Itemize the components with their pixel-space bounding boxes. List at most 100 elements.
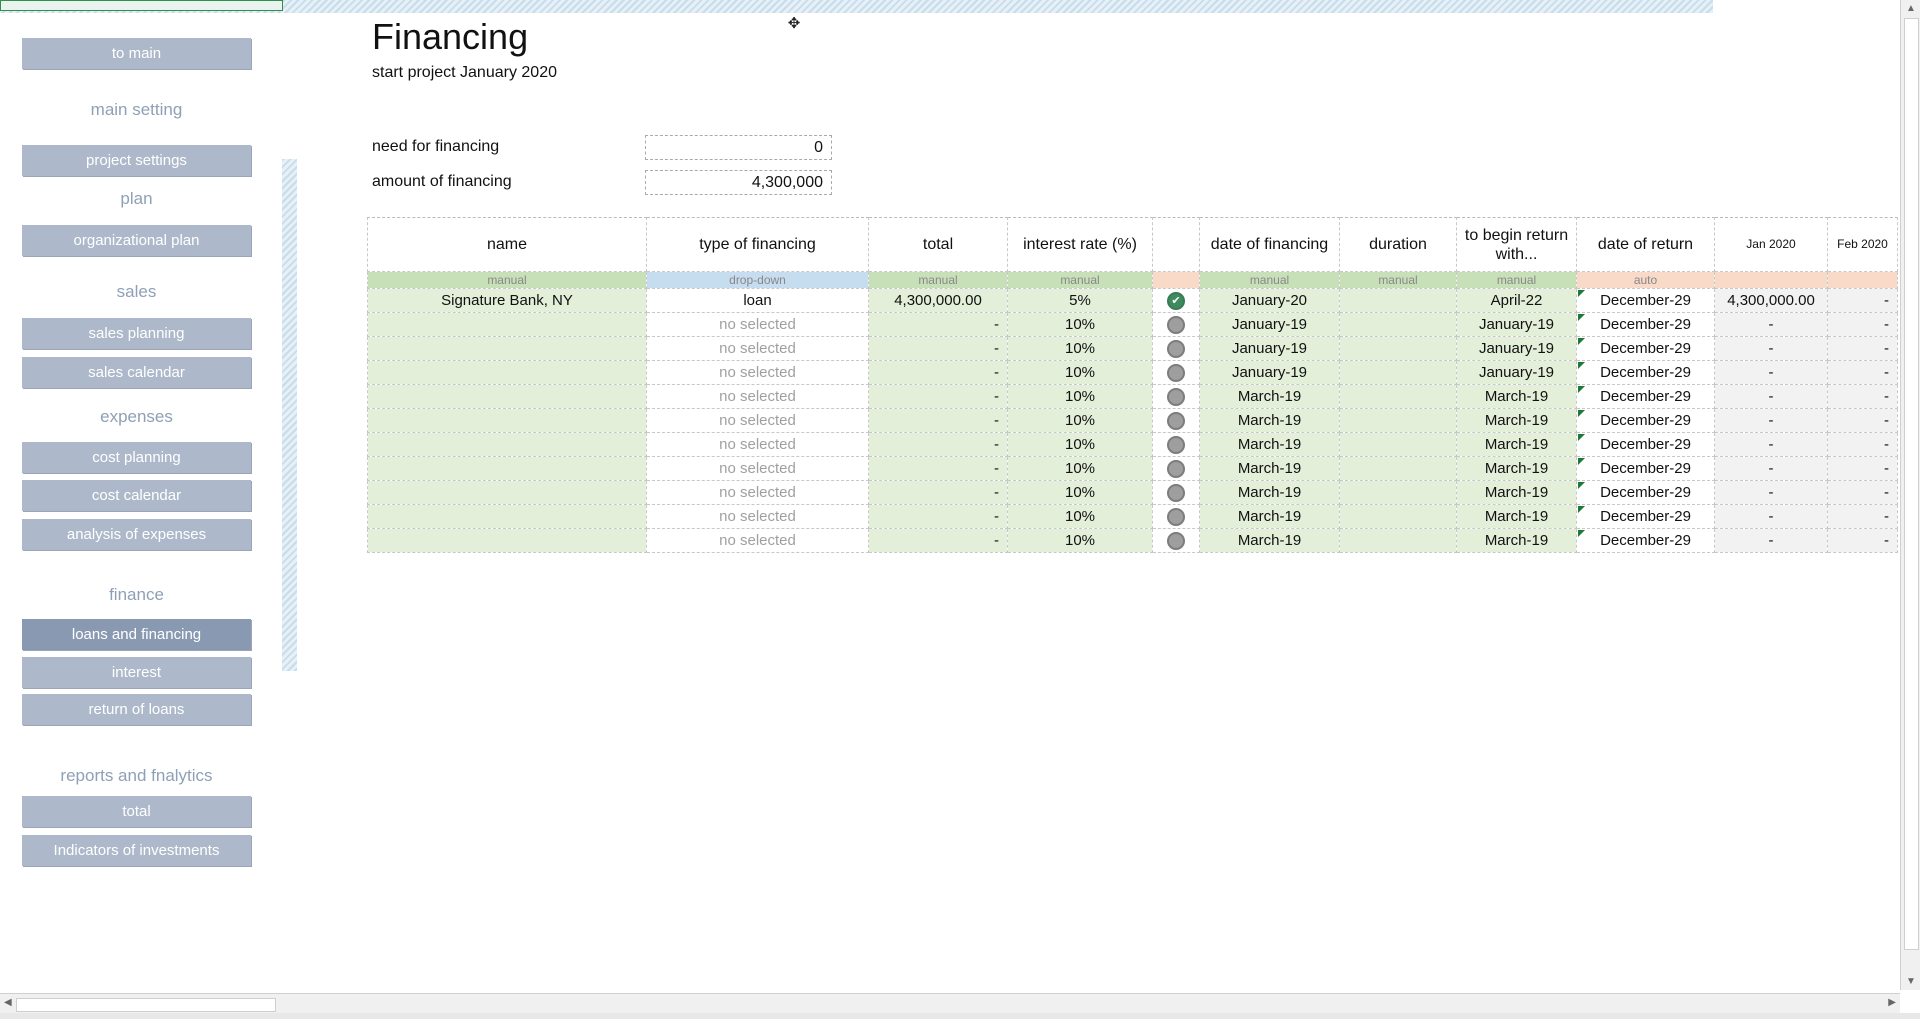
rate-cell[interactable]: 5% [1007, 288, 1153, 313]
date-financing-cell[interactable]: March-19 [1199, 456, 1340, 481]
jan2020-cell[interactable]: - [1714, 408, 1828, 433]
duration-cell[interactable] [1339, 384, 1457, 409]
begin-return-cell[interactable]: March-19 [1456, 408, 1577, 433]
status-cell[interactable] [1152, 384, 1200, 409]
name-cell[interactable]: Signature Bank, NY [367, 288, 647, 313]
jan2020-cell[interactable]: - [1714, 384, 1828, 409]
duration-cell[interactable] [1339, 360, 1457, 385]
date-return-cell[interactable]: December-29 [1576, 504, 1715, 529]
name-cell[interactable] [367, 504, 647, 529]
total-button[interactable]: total [22, 796, 251, 827]
rate-cell[interactable]: 10% [1007, 480, 1153, 505]
feb2020-cell[interactable]: - [1827, 288, 1898, 313]
date-return-cell[interactable]: December-29 [1576, 360, 1715, 385]
total-cell[interactable]: - [868, 480, 1008, 505]
status-cell[interactable] [1152, 528, 1200, 553]
status-cell[interactable] [1152, 432, 1200, 457]
begin-return-cell[interactable]: March-19 [1456, 432, 1577, 457]
total-cell[interactable]: - [868, 312, 1008, 337]
rate-cell[interactable]: 10% [1007, 432, 1153, 457]
name-cell[interactable] [367, 408, 647, 433]
feb2020-cell[interactable]: - [1827, 312, 1898, 337]
name-cell[interactable] [367, 456, 647, 481]
jan2020-cell[interactable]: - [1714, 360, 1828, 385]
amount-of-financing-value[interactable]: 4,300,000 [645, 170, 832, 195]
duration-cell[interactable] [1339, 528, 1457, 553]
date-financing-cell[interactable]: March-19 [1199, 408, 1340, 433]
type-dropdown-cell[interactable]: no selected [646, 336, 869, 361]
name-cell[interactable] [367, 312, 647, 337]
begin-return-cell[interactable]: April-22 [1456, 288, 1577, 313]
scroll-down-icon[interactable]: ▼ [1906, 976, 1916, 987]
jan2020-cell[interactable]: - [1714, 528, 1828, 553]
feb2020-cell[interactable]: - [1827, 384, 1898, 409]
organizational-plan-button[interactable]: organizational plan [22, 225, 251, 256]
jan2020-cell[interactable]: - [1714, 480, 1828, 505]
type-dropdown-cell[interactable]: no selected [646, 312, 869, 337]
begin-return-cell[interactable]: January-19 [1456, 312, 1577, 337]
begin-return-cell[interactable]: March-19 [1456, 456, 1577, 481]
rate-cell[interactable]: 10% [1007, 408, 1153, 433]
status-cell[interactable] [1152, 360, 1200, 385]
loans-and-financing-button[interactable]: loans and financing [22, 619, 251, 650]
date-return-cell[interactable]: December-29 [1576, 480, 1715, 505]
date-financing-cell[interactable]: January-20 [1199, 288, 1340, 313]
feb2020-cell[interactable]: - [1827, 336, 1898, 361]
date-return-cell[interactable]: December-29 [1576, 408, 1715, 433]
begin-return-cell[interactable]: March-19 [1456, 480, 1577, 505]
rate-cell[interactable]: 10% [1007, 504, 1153, 529]
name-cell[interactable] [367, 432, 647, 457]
total-cell[interactable]: - [868, 360, 1008, 385]
date-financing-cell[interactable]: March-19 [1199, 528, 1340, 553]
date-return-cell[interactable]: December-29 [1576, 288, 1715, 313]
duration-cell[interactable] [1339, 288, 1457, 313]
rate-cell[interactable]: 10% [1007, 384, 1153, 409]
feb2020-cell[interactable]: - [1827, 528, 1898, 553]
status-cell[interactable] [1152, 504, 1200, 529]
name-cell[interactable] [367, 528, 647, 553]
name-cell[interactable] [367, 384, 647, 409]
vertical-scrollbar[interactable]: ▲ ▼ [1900, 0, 1920, 990]
type-dropdown-cell[interactable]: no selected [646, 408, 869, 433]
date-return-cell[interactable]: December-29 [1576, 456, 1715, 481]
status-cell[interactable] [1152, 312, 1200, 337]
name-cell[interactable] [367, 480, 647, 505]
date-financing-cell[interactable]: March-19 [1199, 480, 1340, 505]
date-financing-cell[interactable]: March-19 [1199, 504, 1340, 529]
jan2020-cell[interactable]: - [1714, 456, 1828, 481]
duration-cell[interactable] [1339, 504, 1457, 529]
jan2020-cell[interactable]: 4,300,000.00 [1714, 288, 1828, 313]
duration-cell[interactable] [1339, 432, 1457, 457]
type-dropdown-cell[interactable]: no selected [646, 504, 869, 529]
date-return-cell[interactable]: December-29 [1576, 312, 1715, 337]
rate-cell[interactable]: 10% [1007, 336, 1153, 361]
date-financing-cell[interactable]: March-19 [1199, 384, 1340, 409]
indicators-of-investments-button[interactable]: Indicators of investments [22, 835, 251, 866]
begin-return-cell[interactable]: March-19 [1456, 504, 1577, 529]
horizontal-scroll-thumb[interactable] [16, 998, 276, 1012]
type-dropdown-cell[interactable]: no selected [646, 384, 869, 409]
type-dropdown-cell[interactable]: loan [646, 288, 869, 313]
sales-planning-button[interactable]: sales planning [22, 318, 251, 349]
feb2020-cell[interactable]: - [1827, 480, 1898, 505]
type-dropdown-cell[interactable]: no selected [646, 456, 869, 481]
rate-cell[interactable]: 10% [1007, 456, 1153, 481]
feb2020-cell[interactable]: - [1827, 408, 1898, 433]
total-cell[interactable]: - [868, 408, 1008, 433]
begin-return-cell[interactable]: March-19 [1456, 528, 1577, 553]
scroll-left-icon[interactable]: ◀ [4, 997, 12, 1008]
status-cell[interactable] [1152, 456, 1200, 481]
type-dropdown-cell[interactable]: no selected [646, 480, 869, 505]
name-cell[interactable] [367, 336, 647, 361]
scroll-right-icon[interactable]: ▶ [1888, 997, 1896, 1008]
status-cell[interactable] [1152, 480, 1200, 505]
total-cell[interactable]: - [868, 384, 1008, 409]
need-for-financing-value[interactable]: 0 [645, 135, 832, 160]
date-financing-cell[interactable]: January-19 [1199, 336, 1340, 361]
type-dropdown-cell[interactable]: no selected [646, 528, 869, 553]
begin-return-cell[interactable]: January-19 [1456, 336, 1577, 361]
status-cell[interactable] [1152, 408, 1200, 433]
type-dropdown-cell[interactable]: no selected [646, 432, 869, 457]
date-return-cell[interactable]: December-29 [1576, 336, 1715, 361]
total-cell[interactable]: - [868, 528, 1008, 553]
